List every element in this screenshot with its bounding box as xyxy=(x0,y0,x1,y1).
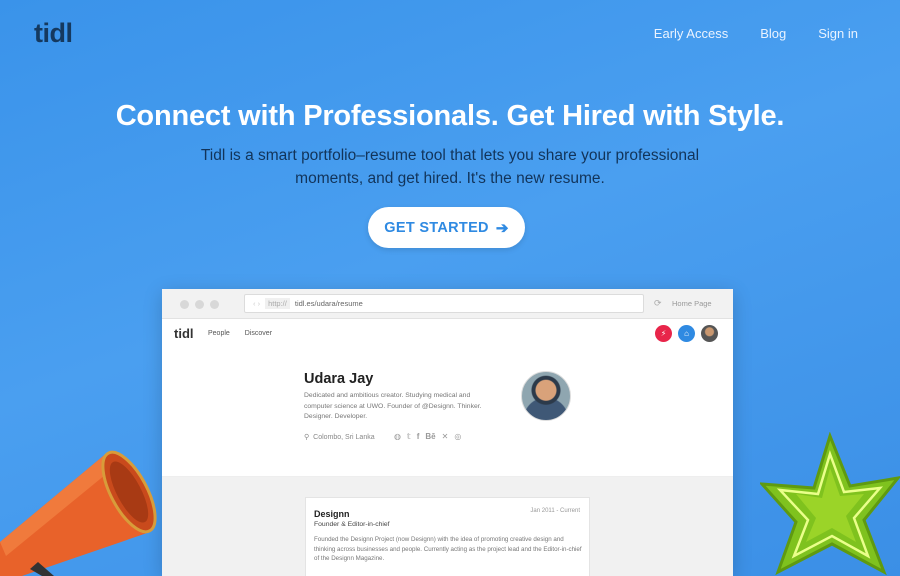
profile-section: Udara Jay Dedicated and ambitious creato… xyxy=(162,349,733,477)
home-page-link[interactable]: Home Page xyxy=(672,299,712,308)
profile-bio: Dedicated and ambitious creator. Studyin… xyxy=(304,392,482,420)
bolt-icon[interactable]: ✕ xyxy=(442,432,449,441)
location-text: Colombo, Sri Lanka xyxy=(313,433,375,441)
hero-subtitle: Tidl is a smart portfolio–resume tool th… xyxy=(200,147,700,187)
address-bar[interactable]: ‹ › http:// tidl.es/udara/resume xyxy=(244,294,644,313)
app-header: tidl People Discover ⚡ ⌂ xyxy=(162,319,733,349)
social-links: ◍ 𝕥 f Bē ✕ ◎ xyxy=(394,432,461,441)
facebook-icon[interactable]: f xyxy=(417,432,420,441)
experience-card[interactable]: Designn Founder & Editor-in-chief Jan 20… xyxy=(305,497,590,576)
behance-icon[interactable]: Bē xyxy=(425,432,435,441)
hero-title: Connect with Professionals. Get Hired wi… xyxy=(115,100,785,132)
nav-link-early-access[interactable]: Early Access xyxy=(654,26,728,41)
user-avatar-icon[interactable] xyxy=(701,325,718,342)
location-pin-icon: ⚲ xyxy=(304,434,310,441)
get-started-button[interactable]: GET STARTED ➔ xyxy=(368,207,525,248)
nav-links: Early Access Blog Sign in xyxy=(622,26,858,41)
window-dot-icon xyxy=(195,300,204,309)
bolt-icon[interactable]: ⚡ xyxy=(655,325,672,342)
experience-description: Founded the Designn Project (now Designn… xyxy=(314,536,582,562)
browser-mockup: ‹ › http:// tidl.es/udara/resume ⟳ Home … xyxy=(162,289,733,576)
app-nav: People Discover xyxy=(208,330,272,337)
app-nav-discover[interactable]: Discover xyxy=(245,330,272,337)
megaphone-illustration xyxy=(0,450,157,576)
top-nav: tidl Early Access Blog Sign in xyxy=(0,0,900,70)
nav-arrows-icon: ‹ › xyxy=(253,299,261,308)
experience-date: Jan 2011 - Current xyxy=(530,508,580,514)
tidl-logo[interactable]: tidl xyxy=(34,18,73,49)
window-dot-icon xyxy=(210,300,219,309)
star-illustration xyxy=(760,432,900,576)
profile-name: Udara Jay xyxy=(304,371,374,387)
app-nav-people[interactable]: People xyxy=(208,330,230,337)
experience-role: Founder & Editor-in-chief xyxy=(314,521,390,528)
window-dot-icon xyxy=(180,300,189,309)
nav-link-sign-in[interactable]: Sign in xyxy=(818,26,858,41)
browser-chrome: ‹ › http:// tidl.es/udara/resume ⟳ Home … xyxy=(162,289,733,319)
globe-icon[interactable]: ◍ xyxy=(394,432,401,441)
profile-avatar xyxy=(521,371,571,421)
profile-location: ⚲ Colombo, Sri Lanka xyxy=(304,433,375,442)
get-started-label: GET STARTED xyxy=(384,219,489,236)
experience-section: Designn Founder & Editor-in-chief Jan 20… xyxy=(162,477,733,576)
home-icon[interactable]: ⌂ xyxy=(678,325,695,342)
url-protocol: http:// xyxy=(265,298,290,309)
nav-link-blog[interactable]: Blog xyxy=(760,26,786,41)
arrow-right-icon: ➔ xyxy=(495,219,509,237)
experience-title: Designn xyxy=(314,509,350,519)
url-text: tidl.es/udara/resume xyxy=(294,299,363,308)
dribbble-icon[interactable]: ◎ xyxy=(454,432,461,441)
app-logo[interactable]: tidl xyxy=(174,326,194,341)
refresh-icon[interactable]: ⟳ xyxy=(654,298,662,309)
twitter-icon[interactable]: 𝕥 xyxy=(407,432,411,441)
